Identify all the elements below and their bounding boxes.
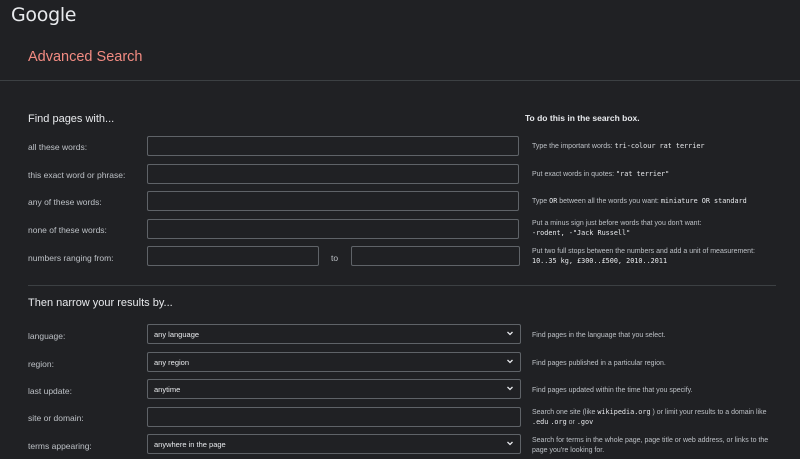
chevron-down-icon <box>507 331 513 336</box>
hint-column-heading: To do this in the search box. <box>525 113 640 123</box>
numbers-range-hint: Put two full stops between the numbers a… <box>532 248 755 265</box>
terms-appearing-value: anywhere in the page <box>154 440 226 449</box>
chevron-down-icon <box>507 386 513 391</box>
google-logo[interactable]: Google <box>11 4 77 26</box>
header-divider <box>0 80 800 81</box>
hint-example: .gov <box>576 417 594 426</box>
site-domain-hint: Search one site (like wikipedia.org ) or… <box>532 408 767 426</box>
numbers-range-label: numbers ranging from: <box>28 253 114 263</box>
number-from-input[interactable] <box>147 246 319 266</box>
none-words-label: none of these words: <box>28 225 107 235</box>
hint-example: 10..35 kg, £300..£500, 2010..2011 <box>532 256 668 265</box>
all-words-input[interactable] <box>147 136 519 156</box>
last-update-label: last update: <box>28 386 72 396</box>
exact-phrase-label: this exact word or phrase: <box>28 170 126 180</box>
any-words-input[interactable] <box>147 191 519 211</box>
region-value: any region <box>154 358 190 367</box>
chevron-down-icon <box>507 359 513 364</box>
last-update-select[interactable]: anytime <box>147 379 521 399</box>
region-hint: Find pages published in a particular reg… <box>532 360 666 367</box>
region-select[interactable]: any region <box>147 352 521 372</box>
site-domain-input[interactable] <box>147 407 521 427</box>
find-section-heading: Find pages with... <box>28 113 115 125</box>
terms-appearing-label: terms appearing: <box>28 441 92 451</box>
language-value: any language <box>154 330 200 339</box>
all-words-hint: Type the important words: tri-colour rat… <box>532 142 705 150</box>
hint-example: .org <box>550 417 567 426</box>
narrow-section-heading: Then narrow your results by... <box>28 297 173 309</box>
number-to-input[interactable] <box>351 246 520 266</box>
none-words-hint: Put a minus sign just before words that … <box>532 220 702 237</box>
terms-appearing-hint: Search for terms in the whole page, page… <box>532 437 769 454</box>
any-words-hint: Type OR between all the words you want: … <box>532 197 747 205</box>
hint-example: miniature OR standard <box>660 197 747 205</box>
terms-appearing-select[interactable]: anywhere in the page <box>147 434 521 454</box>
all-words-label: all these words: <box>28 142 88 152</box>
hint-example: -rodent, -"Jack Russell" <box>532 228 631 237</box>
exact-phrase-hint: Put exact words in quotes: "rat terrier" <box>532 170 670 178</box>
hint-example: "rat terrier" <box>616 170 670 178</box>
language-select[interactable]: any language <box>147 324 521 344</box>
language-hint: Find pages in the language that you sele… <box>532 332 666 339</box>
last-update-value: anytime <box>154 385 181 394</box>
range-to-label: to <box>331 253 339 263</box>
section-divider <box>28 285 776 286</box>
region-label: region: <box>28 359 54 369</box>
any-words-label: any of these words: <box>28 197 102 207</box>
site-domain-label: site or domain: <box>28 413 84 423</box>
exact-phrase-input[interactable] <box>147 164 519 184</box>
chevron-down-icon <box>507 441 513 446</box>
last-update-hint: Find pages updated within the time that … <box>532 387 693 394</box>
hint-example: tri-colour rat terrier <box>614 142 705 150</box>
page-title: Advanced Search <box>28 49 143 65</box>
hint-example: wikipedia.org <box>597 408 651 416</box>
hint-example: .edu <box>532 417 549 426</box>
none-words-input[interactable] <box>147 219 519 239</box>
language-label: language: <box>28 331 66 341</box>
